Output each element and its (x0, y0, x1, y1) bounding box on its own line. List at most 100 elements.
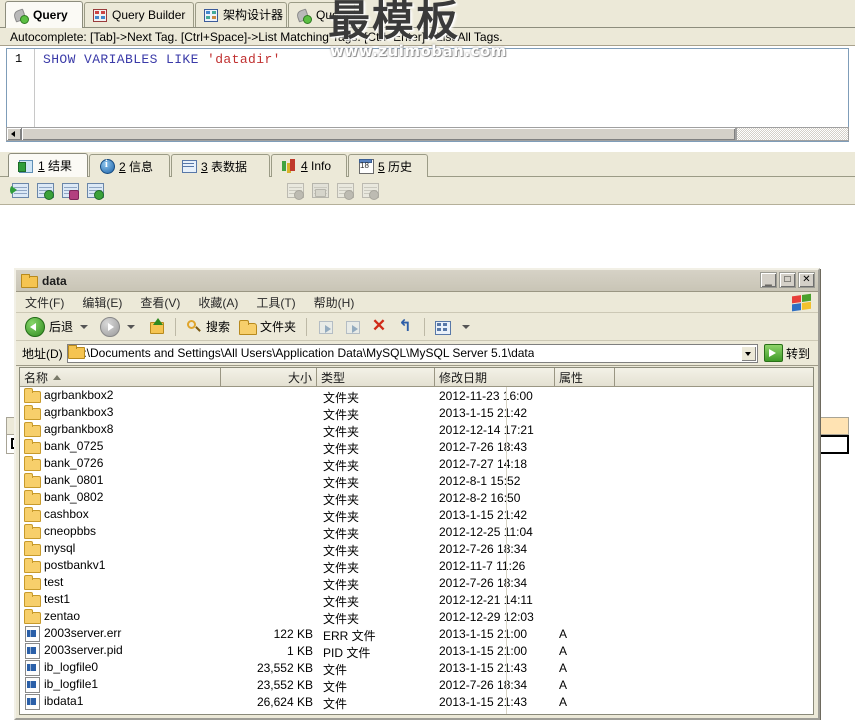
file-row[interactable]: bank_0725 文件夹 2012-7-26 18:43 (20, 438, 813, 456)
go-button[interactable]: 转到 (763, 344, 818, 362)
file-row[interactable]: ibdata1 26,624 KB 文件 2013-1-15 21:43 A (20, 693, 813, 711)
file-name: test (44, 575, 64, 589)
folders-button[interactable]: 文件夹 (236, 316, 299, 337)
file-date: 2013-1-15 21:43 (439, 695, 528, 709)
file-row[interactable]: test1 文件夹 2012-12-21 14:11 (20, 591, 813, 609)
menu-edit[interactable]: 编辑(E) (79, 293, 125, 312)
result-tab-history[interactable]: 5 历史 (348, 154, 428, 177)
tab-query-builder[interactable]: Query Builder (84, 2, 194, 27)
file-name-cell[interactable]: postbankv1 (24, 558, 105, 573)
column-header-name[interactable]: 名称 (20, 368, 221, 386)
column-header-attributes[interactable]: 属性 (555, 368, 615, 386)
file-date: 2012-7-26 18:34 (439, 576, 528, 590)
back-button[interactable]: 后退 (22, 315, 94, 339)
file-row[interactable]: postbankv1 文件夹 2012-11-7 11:26 (20, 557, 813, 575)
tab-query-2[interactable]: Query (288, 2, 355, 27)
file-row[interactable]: 2003server.err 122 KB ERR 文件 2013-1-15 21:0… (20, 625, 813, 643)
result-tab-results[interactable]: 1 结果 (8, 153, 88, 177)
copy-to-button[interactable] (341, 317, 365, 337)
result-tab-messages[interactable]: 2 信息 (89, 154, 170, 177)
scroll-left-button[interactable] (7, 128, 22, 140)
file-row[interactable]: agrbankbox2 文件夹 2012-11-23 16:00 (20, 387, 813, 405)
file-name-cell[interactable]: ib_logfile1 (24, 677, 98, 693)
explorer-titlebar[interactable]: data _ □ ✕ (16, 270, 818, 292)
delete-button[interactable]: ✕ (368, 317, 390, 337)
result-tab-table-data[interactable]: 3 表数据 (171, 154, 270, 177)
column-header-date[interactable]: 修改日期 (435, 368, 555, 386)
file-row[interactable]: bank_0801 文件夹 2012-8-1 15:52 (20, 472, 813, 490)
file-row[interactable]: bank_0726 文件夹 2012-7-27 14:18 (20, 455, 813, 473)
close-button[interactable]: ✕ (798, 272, 815, 288)
file-row[interactable]: ib_logfile1 23,552 KB 文件 2012-7-26 18:34 A (20, 676, 813, 694)
file-name-cell[interactable]: test (24, 575, 64, 590)
file-name-cell[interactable]: cashbox (24, 507, 89, 522)
result-tab-number: 3 (201, 159, 208, 174)
scrollbar-filler (736, 127, 849, 141)
line-number: 1 (15, 52, 23, 66)
search-button[interactable]: 搜索 (183, 316, 233, 337)
file-name-cell[interactable]: bank_0801 (24, 473, 103, 488)
file-name-cell[interactable]: agrbankbox8 (24, 422, 113, 437)
file-name-cell[interactable]: agrbankbox2 (24, 388, 113, 403)
insert-row-icon[interactable] (10, 182, 29, 200)
undo-button[interactable]: ↰ (393, 317, 417, 337)
file-name-cell[interactable]: 2003server.pid (24, 643, 123, 659)
go-arrow-icon (763, 344, 783, 362)
file-name-cell[interactable]: test1 (24, 592, 70, 607)
column-header-type[interactable]: 类型 (317, 368, 435, 386)
refresh-grid-icon[interactable] (35, 182, 54, 200)
result-tab-info[interactable]: 4 Info (271, 154, 347, 177)
editor-horizontal-scrollbar[interactable] (6, 127, 736, 141)
file-name-cell[interactable]: bank_0802 (24, 490, 103, 505)
file-row[interactable]: test 文件夹 2012-7-26 18:34 (20, 574, 813, 592)
save-grid-icon[interactable] (310, 182, 329, 200)
menu-favorites[interactable]: 收藏(A) (195, 293, 241, 312)
file-name-cell[interactable]: ib_logfile0 (24, 660, 98, 676)
minimize-button[interactable]: _ (760, 272, 777, 288)
file-row[interactable]: ib_logfile0 23,552 KB 文件 2013-1-15 21:43 A (20, 659, 813, 677)
chevron-down-icon[interactable] (462, 324, 471, 329)
file-name-cell[interactable]: bank_0725 (24, 439, 103, 454)
file-row[interactable]: cneopbbs 文件夹 2012-12-25 11:04 (20, 523, 813, 541)
apply-grid-icon[interactable] (360, 182, 379, 200)
maximize-button[interactable]: □ (779, 272, 796, 288)
file-row[interactable]: bank_0802 文件夹 2012-8-2 16:50 (20, 489, 813, 507)
file-name-cell[interactable]: mysql (24, 541, 75, 556)
file-row[interactable]: zentao 文件夹 2012-12-29 12:03 (20, 608, 813, 626)
chevron-down-icon[interactable] (740, 345, 756, 361)
folder-icon (24, 422, 41, 437)
menu-help[interactable]: 帮助(H) (311, 293, 358, 312)
address-input[interactable]: C:\Documents and Settings\All Users\Appl… (66, 343, 758, 363)
column-header-size[interactable]: 大小 (221, 368, 317, 386)
file-name-cell[interactable]: cneopbbs (24, 524, 96, 539)
file-name-cell[interactable]: ibdata1 (24, 694, 83, 710)
file-row[interactable]: mysql 文件夹 2012-7-26 18:34 (20, 540, 813, 558)
menu-file[interactable]: 文件(F) (22, 293, 67, 312)
update-grid-icon[interactable] (85, 182, 104, 200)
menu-tools[interactable]: 工具(T) (253, 293, 298, 312)
scroll-thumb[interactable] (22, 128, 735, 140)
file-date: 2012-7-26 18:34 (439, 542, 528, 556)
tab-schema-designer[interactable]: 架构设计器 (195, 2, 287, 27)
menu-view[interactable]: 查看(V) (137, 293, 183, 312)
forward-button[interactable] (97, 315, 141, 339)
file-name-cell[interactable]: zentao (24, 609, 80, 624)
file-name-cell[interactable]: agrbankbox3 (24, 405, 113, 420)
tab-query-1[interactable]: Query (5, 1, 83, 28)
file-name-cell[interactable]: bank_0726 (24, 456, 103, 471)
move-to-button[interactable] (314, 317, 338, 337)
up-button[interactable] (144, 316, 168, 338)
duplicate-row-icon[interactable] (60, 182, 79, 200)
views-button[interactable] (432, 317, 476, 337)
chevron-down-icon[interactable] (127, 324, 136, 329)
file-row[interactable]: agrbankbox3 文件夹 2013-1-15 21:42 (20, 404, 813, 422)
file-row[interactable]: agrbankbox8 文件夹 2012-12-14 17:21 (20, 421, 813, 439)
chevron-down-icon[interactable] (80, 324, 89, 329)
file-row[interactable]: 2003server.pid 1 KB PID 文件 2013-1-15 21:00 A (20, 642, 813, 660)
column-header-filler[interactable] (615, 368, 813, 386)
file-name-cell[interactable]: 2003server.err (24, 626, 121, 642)
file-date: 2012-11-23 16:00 (439, 389, 533, 403)
export-grid-icon[interactable] (285, 182, 304, 200)
file-row[interactable]: cashbox 文件夹 2013-1-15 21:42 (20, 506, 813, 524)
copy-grid-icon[interactable] (335, 182, 354, 200)
